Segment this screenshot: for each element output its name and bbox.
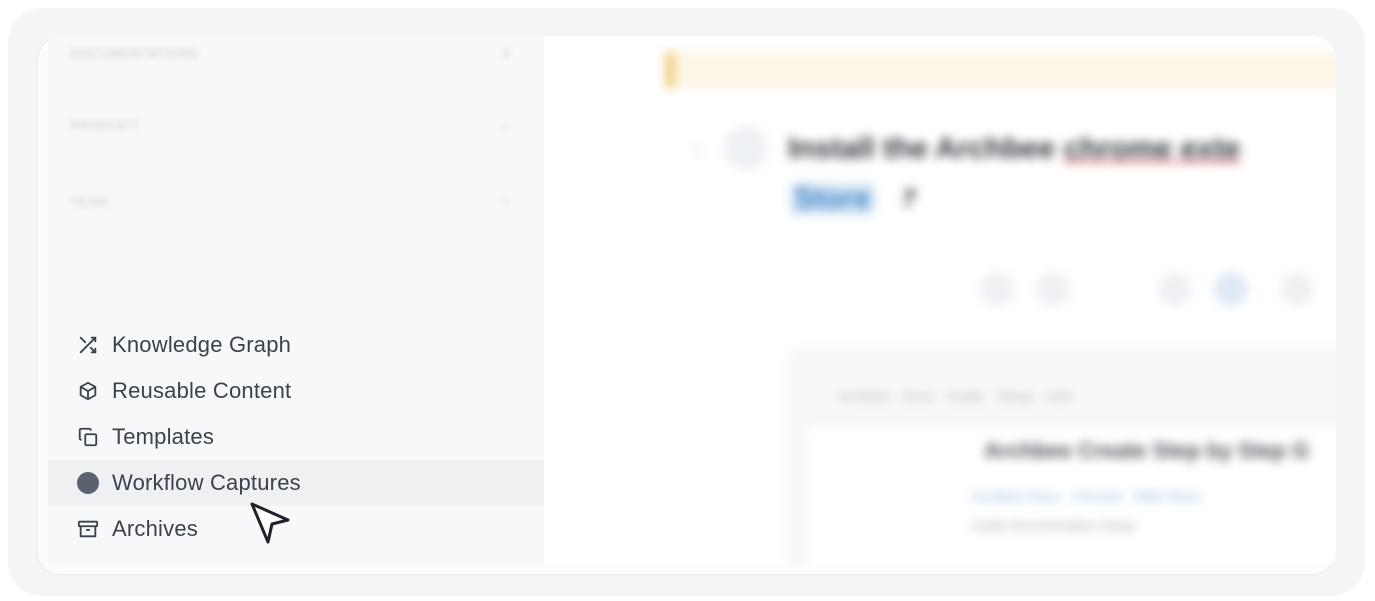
embed-tags: Guide Documentation Setup [972,518,1136,533]
sidebar-item-label: Knowledge Graph [112,332,292,357]
chevron-left-icon[interactable]: ‹ [694,136,701,162]
chevron-down-icon[interactable]: ▾ [503,46,510,62]
sidebar-item-reusable-content[interactable]: Reusable Content [48,368,544,414]
shuffle-icon [76,333,100,357]
mouse-pointer-icon [250,502,290,544]
cube-icon [76,379,100,403]
title-text-misspelled: chrome exte [1063,132,1241,165]
toolbar-button[interactable] [1280,272,1314,306]
sidebar-section-product[interactable]: PRODUCT + [70,118,510,138]
section-label: DOCUMENTATIONS [70,46,199,61]
notice-banner [666,52,1336,88]
section-label: PRODUCT [70,118,138,133]
sidebar-nav: Knowledge Graph Reusable Content Templat… [48,322,544,552]
toolbar-button[interactable] [980,272,1014,306]
app-window: DOCUMENTATIONS ▾ PRODUCT + TEAM + Knowle… [36,36,1336,576]
sidebar-item-label: Templates [112,424,215,449]
toolbar-button[interactable] [1158,272,1192,306]
sidebar-section-team[interactable]: TEAM + [70,194,510,214]
sidebar-item-label: Workflow Captures [112,470,301,495]
title-text: Install the Archbee [788,132,1064,165]
sidebar-item-knowledge-graph[interactable]: Knowledge Graph [48,322,544,368]
embed-heading[interactable]: Archbee Create Step by Step G [984,438,1309,464]
section-label: TEAM [70,194,109,209]
plus-icon[interactable]: + [502,118,510,133]
embed-subtitle[interactable]: Archbee Docs · Chrome · Web Store [972,488,1201,504]
toolbar-button[interactable] [1036,272,1070,306]
emoji-picker-button[interactable] [724,126,768,170]
sidebar-item-templates[interactable]: Templates [48,414,544,460]
sidebar-section-documentations[interactable]: DOCUMENTATIONS ▾ [70,46,510,66]
sidebar-item-archives[interactable]: Archives [48,506,544,552]
breadcrumb: Archbee · Docs · Guide · Setup · Intro [838,388,1074,404]
title-link[interactable]: Store [790,182,875,216]
copy-icon [76,425,100,449]
sidebar-item-workflow-captures[interactable]: Workflow Captures [48,460,544,506]
link-icon: ⁋ [902,185,918,212]
page-title[interactable]: Install the Archbee chrome exte [788,132,1240,166]
toolbar-button[interactable] [1214,272,1248,306]
plus-icon[interactable]: + [502,194,510,209]
document-area: ‹ Install the Archbee chrome exte Store … [544,36,1336,564]
sidebar-item-label: Archives [112,516,198,541]
archive-box-icon [76,517,100,541]
sidebar-item-label: Reusable Content [112,378,292,403]
record-circle-icon [76,471,100,495]
